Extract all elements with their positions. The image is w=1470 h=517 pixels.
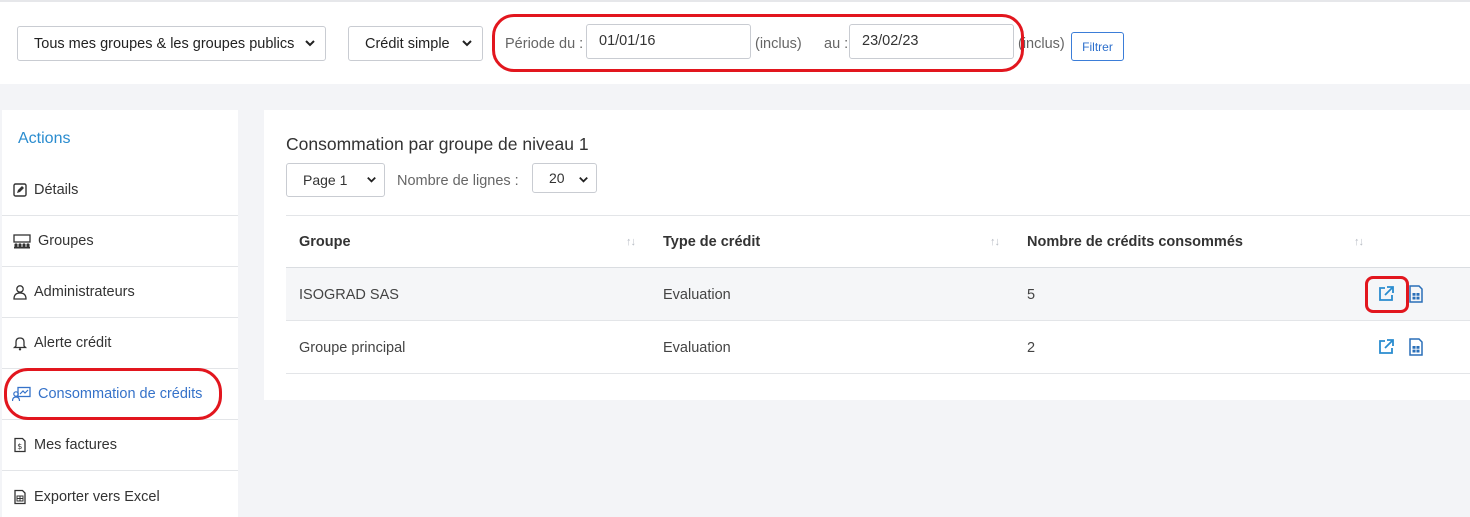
to-label: au :: [824, 36, 849, 52]
sidebar-item-label: Alerte crédit: [34, 335, 112, 351]
table-row: Groupe principal Evaluation 2: [286, 321, 1470, 374]
group-select-value: Tous mes groupes & les groupes publics: [34, 35, 295, 52]
chevron-down-icon: [579, 176, 588, 183]
column-header-credits-consumed[interactable]: Nombre de crédits consommés: [1027, 234, 1243, 250]
excel-file-icon[interactable]: [1407, 338, 1425, 356]
table-header: Groupe ↑↓ Type de crédit ↑↓ Nombre de cr…: [286, 215, 1470, 268]
date-from-input[interactable]: 01/01/16: [586, 24, 751, 59]
cell-credits-consumed: 2: [1027, 340, 1036, 356]
cell-group: Groupe principal: [299, 340, 406, 356]
date-to-input[interactable]: 23/02/23: [849, 24, 1014, 59]
svg-text:$: $: [17, 442, 22, 451]
sidebar-item-details[interactable]: Détails: [2, 165, 238, 216]
user-icon: [13, 285, 27, 300]
date-from-value: 01/01/16: [599, 33, 656, 49]
period-label: Période du :: [505, 36, 584, 52]
page-select-value: Page 1: [303, 172, 348, 188]
sort-icon[interactable]: ↑↓: [990, 236, 1000, 248]
actions-sidebar: Actions Détails Groupes Administrateurs …: [2, 110, 238, 517]
sidebar-item-invoices[interactable]: $ Mes factures: [2, 420, 238, 471]
filter-bar: Tous mes groupes & les groupes publics C…: [0, 0, 1470, 84]
lines-per-page-label: Nombre de lignes :: [397, 173, 519, 189]
sidebar-item-label: Mes factures: [34, 437, 117, 453]
sidebar-item-label: Groupes: [38, 233, 94, 249]
invoice-icon: $: [14, 437, 26, 453]
excel-file-icon[interactable]: [1407, 285, 1425, 303]
cell-credit-type: Evaluation: [663, 340, 731, 356]
page-select[interactable]: Page 1: [286, 163, 385, 197]
panel-title: Consommation par groupe de niveau 1: [286, 134, 589, 154]
external-link-icon[interactable]: [1377, 338, 1395, 356]
excel-icon: [14, 489, 26, 504]
edit-icon: [13, 183, 27, 197]
credit-type-select[interactable]: Crédit simple: [348, 26, 483, 61]
sidebar-item-label: Administrateurs: [34, 284, 135, 300]
sidebar-item-export-excel[interactable]: Exporter vers Excel: [2, 471, 238, 517]
column-header-credit-type[interactable]: Type de crédit: [663, 234, 760, 250]
filter-button[interactable]: Filtrer: [1071, 32, 1124, 61]
cell-group: ISOGRAD SAS: [299, 287, 399, 303]
external-link-icon[interactable]: [1377, 285, 1395, 303]
credit-type-value: Crédit simple: [365, 35, 450, 52]
column-header-group[interactable]: Groupe: [299, 234, 351, 250]
inclusive-label: (inclus): [1018, 36, 1065, 52]
bell-icon: [12, 337, 28, 351]
sidebar-item-credit-consumption[interactable]: Consommation de crédits: [2, 369, 238, 420]
sidebar-item-credit-alert[interactable]: Alerte crédit: [2, 318, 238, 369]
chart-user-icon: [12, 386, 31, 402]
cell-credit-type: Evaluation: [663, 287, 731, 303]
date-to-value: 23/02/23: [862, 33, 919, 49]
lines-per-page-select[interactable]: 20: [532, 163, 597, 193]
chevron-down-icon: [367, 176, 376, 183]
groups-icon: [13, 234, 31, 249]
sidebar-item-administrators[interactable]: Administrateurs: [2, 267, 238, 318]
sidebar-title: Actions: [18, 130, 71, 147]
sidebar-item-label: Consommation de crédits: [38, 386, 203, 402]
sort-icon[interactable]: ↑↓: [626, 236, 636, 248]
lines-select-value: 20: [549, 170, 565, 186]
group-select[interactable]: Tous mes groupes & les groupes publics: [17, 26, 326, 61]
table-row: ISOGRAD SAS Evaluation 5: [286, 268, 1470, 321]
inclusive-label: (inclus): [755, 36, 802, 52]
sidebar-item-label: Détails: [34, 182, 79, 198]
sidebar-item-label: Exporter vers Excel: [34, 488, 160, 505]
chevron-down-icon: [305, 40, 315, 47]
sidebar-item-groups[interactable]: Groupes: [2, 216, 238, 267]
sort-icon[interactable]: ↑↓: [1354, 236, 1364, 248]
cell-credits-consumed: 5: [1027, 287, 1036, 303]
consumption-panel: Consommation par groupe de niveau 1 Page…: [264, 110, 1470, 400]
chevron-down-icon: [462, 40, 472, 47]
